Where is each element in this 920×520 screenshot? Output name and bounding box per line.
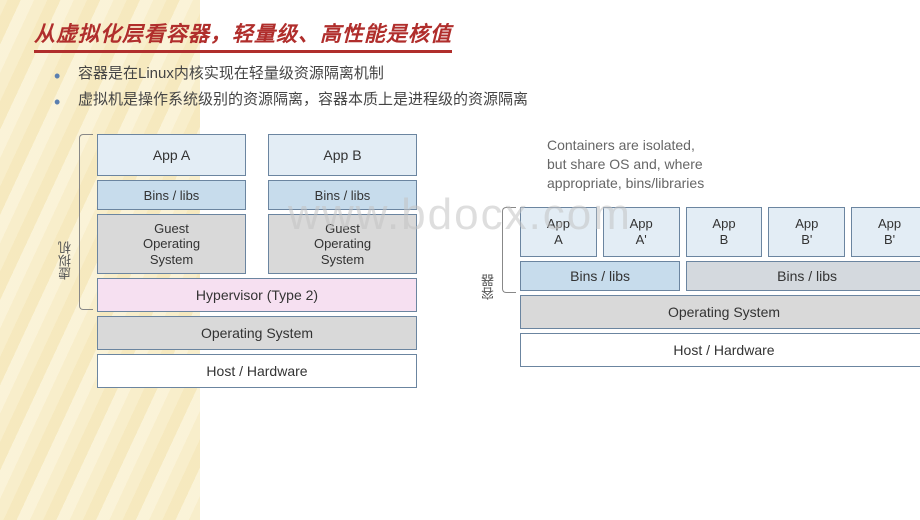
vm-diagram: 虚拟机 App A Bins / libs Guest Operating Sy…	[56, 134, 455, 388]
slide-content: 从虚拟化层看容器，轻量级、高性能是核值 容器是在Linux内核实现在轻量级资源隔…	[0, 0, 920, 388]
vm-column-a: App A Bins / libs Guest Operating System	[97, 134, 246, 274]
container-app-box: App A'	[603, 207, 680, 257]
container-diagram: Containers are isolated, but share OS an…	[479, 134, 920, 388]
container-bins-box: Bins / libs	[520, 261, 680, 291]
container-apps-row: App A App A' App B App B' App B'	[520, 207, 920, 257]
container-note: Containers are isolated, but share OS an…	[547, 136, 920, 193]
container-host-box: Host / Hardware	[520, 333, 920, 367]
vm-guest-os-box: Guest Operating System	[97, 214, 246, 274]
container-app-box: App B'	[768, 207, 845, 257]
container-bins-row: Bins / libs Bins / libs	[520, 261, 920, 291]
vm-side-label: 虚拟机	[56, 134, 75, 388]
vm-bins-box: Bins / libs	[97, 180, 246, 210]
bracket-icon	[502, 207, 516, 293]
container-stack: App A App A' App B App B' App B' Bins / …	[520, 207, 920, 367]
bullet-item: 容器是在Linux内核实现在轻量级资源隔离机制	[54, 61, 892, 87]
vm-bins-box: Bins / libs	[268, 180, 417, 210]
vm-guest-os-box: Guest Operating System	[268, 214, 417, 274]
slide-title: 从虚拟化层看容器，轻量级、高性能是核值	[34, 18, 892, 53]
vm-column-b: App B Bins / libs Guest Operating System	[268, 134, 417, 274]
bullet-item: 虚拟机是操作系统级别的资源隔离，容器本质上是进程级的资源隔离	[54, 87, 892, 113]
container-app-box: App B'	[851, 207, 920, 257]
bullet-list: 容器是在Linux内核实现在轻量级资源隔离机制 虚拟机是操作系统级别的资源隔离，…	[54, 61, 892, 112]
vm-app-box: App B	[268, 134, 417, 176]
vm-hypervisor-box: Hypervisor (Type 2)	[97, 278, 417, 312]
container-os-box: Operating System	[520, 295, 920, 329]
vm-guest-columns: App A Bins / libs Guest Operating System…	[97, 134, 417, 274]
container-app-box: App B	[686, 207, 763, 257]
vm-os-box: Operating System	[97, 316, 417, 350]
container-side-label: 容器	[479, 207, 498, 367]
diagram-area: 虚拟机 App A Bins / libs Guest Operating Sy…	[34, 134, 892, 388]
vm-app-box: App A	[97, 134, 246, 176]
bracket-icon	[79, 134, 93, 310]
slide-title-text: 从虚拟化层看容器，轻量级、高性能是核值	[34, 18, 452, 53]
vm-host-box: Host / Hardware	[97, 354, 417, 388]
container-bins-box: Bins / libs	[686, 261, 920, 291]
vm-stack: App A Bins / libs Guest Operating System…	[97, 134, 417, 388]
container-app-box: App A	[520, 207, 597, 257]
container-group: 容器 App A App A' App B App B' App B' Bins…	[479, 207, 920, 367]
